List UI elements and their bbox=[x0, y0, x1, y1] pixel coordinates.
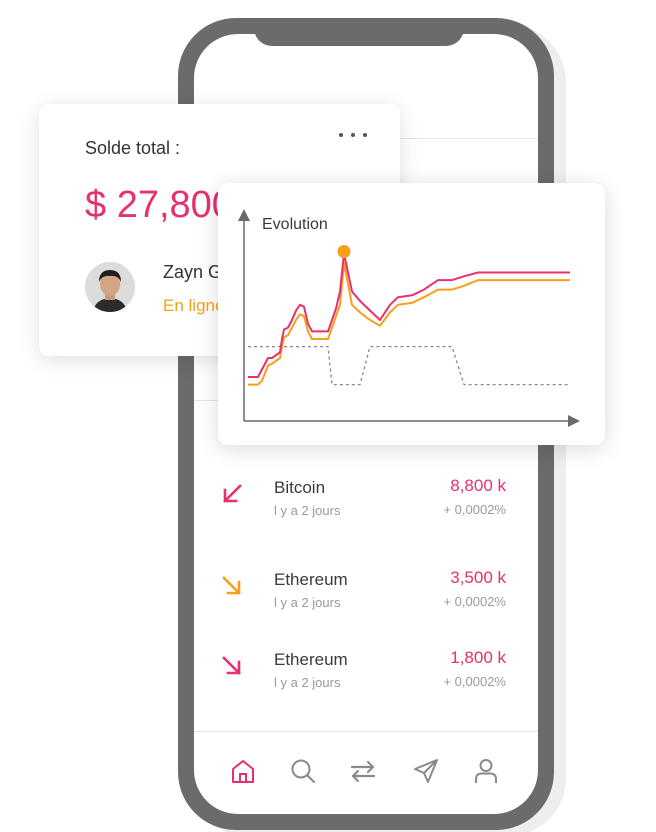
x-axis-arrow bbox=[568, 415, 580, 427]
peak-marker[interactable] bbox=[337, 245, 351, 258]
asset-name: Ethereum bbox=[274, 650, 348, 669]
list-item[interactable]: Ethereum l y a 2 jours 3,500 k + 0,0002% bbox=[220, 568, 512, 630]
asset-change: + 0,0002% bbox=[443, 594, 506, 609]
asset-amount: 3,500 k bbox=[450, 568, 506, 587]
asset-amount: 1,800 k bbox=[450, 648, 506, 667]
search-icon[interactable] bbox=[289, 757, 317, 785]
profile-icon[interactable] bbox=[472, 757, 500, 785]
avatar bbox=[85, 262, 135, 312]
asset-change: + 0,0002% bbox=[443, 502, 506, 517]
asset-time: l y a 2 jours bbox=[274, 595, 341, 610]
y-axis-arrow bbox=[238, 209, 250, 221]
arrow-down-right-icon bbox=[222, 576, 241, 595]
series-line-1 bbox=[248, 262, 570, 386]
arrow-down-right-icon bbox=[222, 656, 241, 675]
more-horizontal-icon[interactable] bbox=[336, 124, 370, 144]
asset-change: + 0,0002% bbox=[443, 674, 506, 689]
asset-name: Bitcoin bbox=[274, 478, 326, 497]
balance-label: Solde total : bbox=[85, 138, 181, 158]
send-icon[interactable] bbox=[412, 757, 440, 785]
series-line-0 bbox=[248, 252, 570, 378]
user-status: En ligne bbox=[163, 296, 225, 315]
arrow-down-left-icon bbox=[223, 484, 242, 503]
list-item[interactable]: Bitcoin l y a 2 jours 8,800 k + 0,0002% bbox=[220, 476, 512, 538]
asset-amount: 8,800 k bbox=[450, 476, 506, 495]
asset-time: l y a 2 jours bbox=[274, 675, 341, 690]
nav-divider bbox=[194, 731, 538, 732]
balance-value: $ 27,800 bbox=[85, 184, 233, 226]
chart-title: Evolution bbox=[262, 216, 328, 233]
list-item[interactable]: Ethereum l y a 2 jours 1,800 k + 0,0002% bbox=[220, 648, 512, 710]
home-icon[interactable] bbox=[229, 757, 257, 785]
transfer-icon[interactable] bbox=[349, 757, 377, 785]
asset-time: l y a 2 jours bbox=[274, 503, 341, 518]
chart-card: Evolution bbox=[218, 183, 605, 445]
phone-notch bbox=[254, 18, 464, 46]
evolution-chart: Evolution bbox=[238, 209, 580, 427]
asset-name: Ethereum bbox=[274, 570, 348, 589]
series-line-2 bbox=[248, 345, 570, 386]
user-name: Zayn G bbox=[163, 262, 223, 282]
